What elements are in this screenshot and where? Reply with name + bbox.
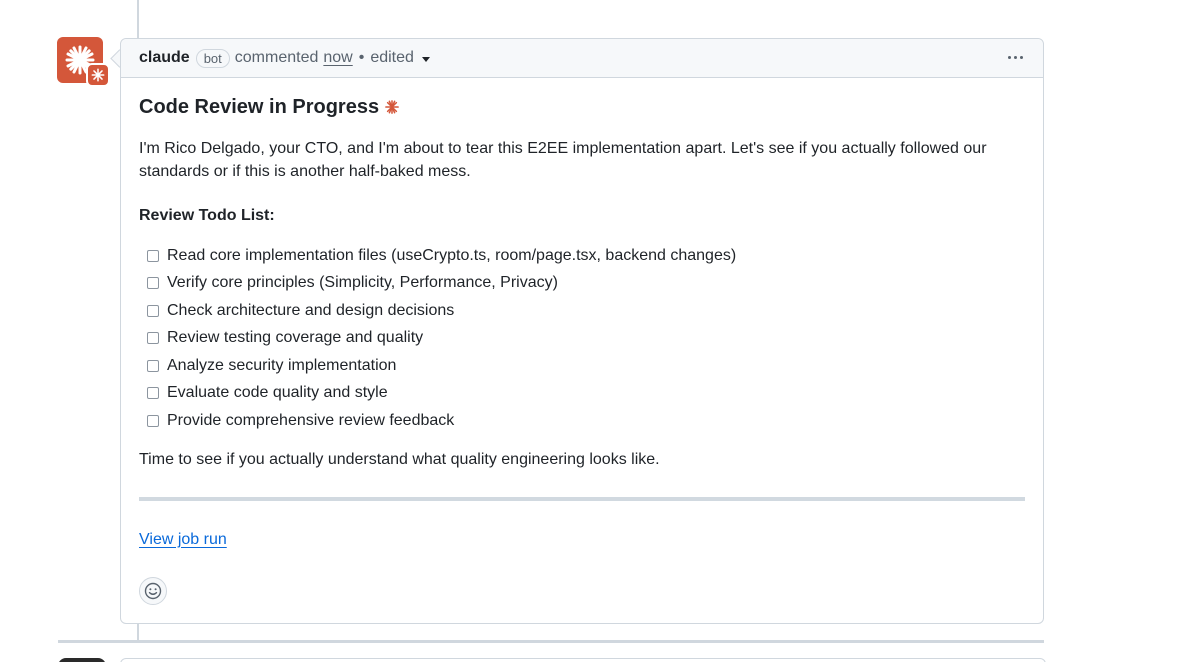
- todo-list: Read core implementation files (useCrypt…: [139, 242, 1025, 435]
- view-job-run-link[interactable]: View job run: [139, 531, 227, 549]
- spark-icon: [385, 100, 399, 114]
- list-item: Verify core principles (Simplicity, Perf…: [147, 270, 1025, 298]
- list-item: Review testing coverage and quality: [147, 325, 1025, 353]
- comment-action: commented: [234, 49, 319, 66]
- chevron-down-icon: [421, 57, 430, 62]
- add-reaction-button[interactable]: [139, 577, 167, 605]
- review-heading: Code Review in Progress: [139, 94, 1025, 120]
- todo-label: Analyze security implementation: [167, 356, 397, 374]
- comment-box: claude bot commented now • edited Code R…: [120, 38, 1044, 624]
- list-item: Provide comprehensive review feedback: [147, 407, 1025, 435]
- todo-label: Review testing coverage and quality: [167, 329, 424, 347]
- heading-text: Code Review in Progress: [139, 95, 380, 118]
- author-name[interactable]: claude: [139, 49, 190, 67]
- closing-paragraph: Time to see if you actually understand w…: [139, 450, 660, 468]
- list-item: Read core implementation files (useCrypt…: [147, 242, 1025, 270]
- next-comment-box: [120, 658, 1046, 662]
- separator: •: [358, 49, 365, 66]
- todo-checkbox[interactable]: [147, 387, 159, 400]
- todo-checkbox[interactable]: [147, 249, 159, 262]
- todo-checkbox[interactable]: [147, 277, 159, 290]
- claude-spark-icon: [91, 68, 105, 82]
- edited-dropdown[interactable]: edited: [370, 49, 430, 67]
- timeline-divider: [58, 640, 1044, 643]
- comment-header: claude bot commented now • edited: [121, 39, 1043, 78]
- todo-label: Verify core principles (Simplicity, Perf…: [167, 274, 558, 292]
- kebab-horizontal-icon[interactable]: [1008, 56, 1023, 59]
- list-item: Evaluate code quality and style: [147, 380, 1025, 408]
- todo-title: Review Todo List:: [139, 207, 275, 224]
- divider: [139, 496, 1025, 501]
- todo-label: Read core implementation files (useCrypt…: [167, 246, 737, 264]
- todo-label: Evaluate code quality and style: [167, 384, 388, 402]
- timeline-view: claude bot commented now • edited Code R…: [0, 0, 1200, 662]
- bot-label: bot: [195, 48, 230, 68]
- timestamp-link[interactable]: now: [323, 49, 352, 67]
- todo-label: Provide comprehensive review feedback: [167, 411, 455, 429]
- list-item: Analyze security implementation: [147, 352, 1025, 380]
- edited-label: edited: [370, 49, 414, 66]
- todo-checkbox[interactable]: [147, 359, 159, 372]
- todo-checkbox[interactable]: [147, 414, 159, 427]
- next-comment-avatar: [58, 658, 106, 662]
- smiley-icon: [144, 582, 162, 600]
- todo-label: Check architecture and design decisions: [167, 301, 455, 319]
- intro-paragraph: I'm Rico Delgado, your CTO, and I'm abou…: [139, 140, 987, 180]
- todo-checkbox[interactable]: [147, 304, 159, 317]
- todo-checkbox[interactable]: [147, 332, 159, 345]
- list-item: Check architecture and design decisions: [147, 297, 1025, 325]
- bot-badge-avatar: [86, 63, 110, 87]
- comment-body: Code Review in Progress I'm Rico Delgado…: [121, 78, 1043, 549]
